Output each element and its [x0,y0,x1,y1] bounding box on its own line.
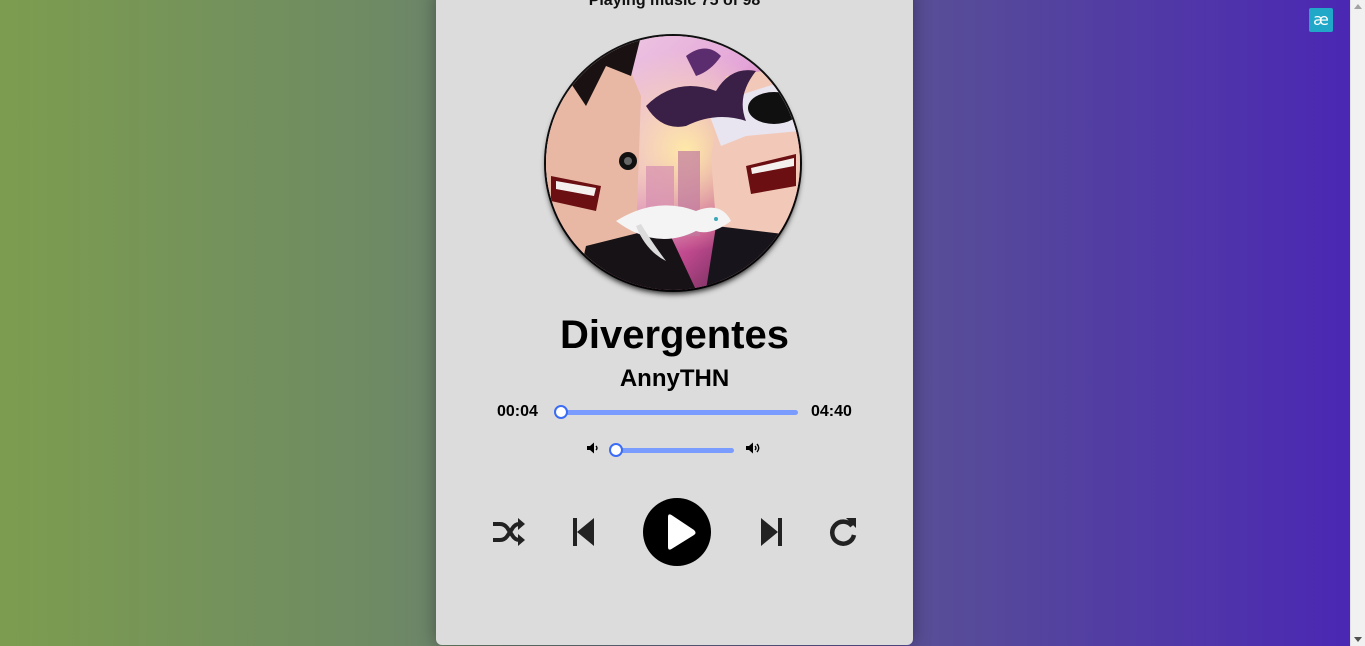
volume-low-icon[interactable] [586,441,600,455]
current-time: 00:04 [497,403,538,420]
progress-slider-thumb[interactable] [554,404,569,419]
album-cover-art [546,36,800,290]
extension-badge-icon[interactable]: æ [1309,8,1333,32]
play-button[interactable] [643,498,711,566]
album-cover [546,36,800,290]
scroll-down-arrow-icon[interactable] [1354,637,1362,642]
page-scrollbar[interactable] [1350,0,1365,646]
playing-status: Playing music 75 of 98 [588,0,761,9]
progress-slider[interactable] [554,404,798,419]
volume-slider-thumb[interactable] [609,442,623,457]
artist-name: AnnyTHN [619,365,730,392]
shuffle-icon[interactable] [492,517,525,547]
volume-high-icon[interactable] [745,441,763,455]
song-title: Divergentes [560,313,789,357]
repeat-icon[interactable] [828,516,858,548]
skip-next-icon[interactable] [760,517,782,547]
total-time: 04:40 [811,403,852,420]
volume-slider[interactable] [609,442,734,457]
skip-previous-icon[interactable] [573,517,595,547]
music-player-card: Playing music 75 of 98 Divergentes AnnyT… [436,0,913,645]
play-icon [668,514,696,550]
scroll-up-arrow-icon[interactable] [1354,4,1362,9]
